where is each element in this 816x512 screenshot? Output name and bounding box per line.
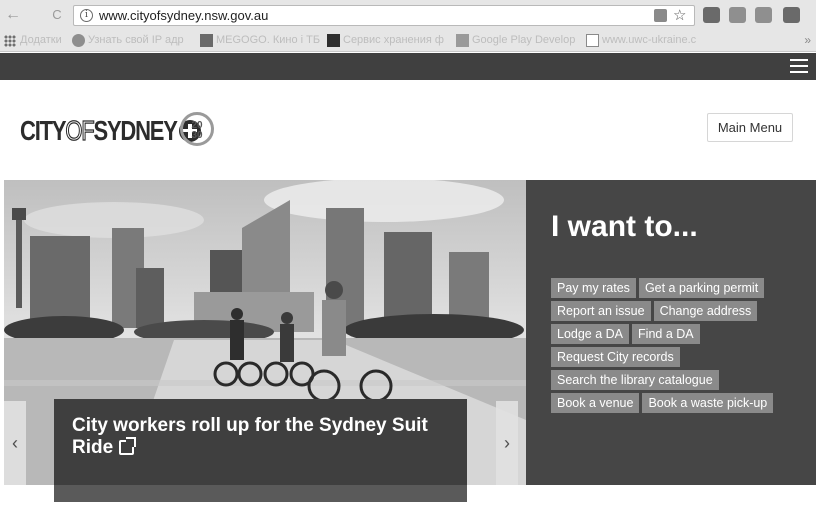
bookmark-item[interactable]: Google Play Develop: [472, 34, 580, 48]
browser-toolbar: ← C i www.cityofsydney.nsw.gov.au ☆: [0, 0, 816, 30]
main-menu-button[interactable]: Main Menu: [707, 113, 793, 142]
i-want-to-title: I want to...: [551, 210, 698, 243]
quick-link-row: Request City records: [551, 347, 806, 367]
bookmark-item[interactable]: Узнать свой IP адр: [88, 34, 193, 48]
globe-icon: [72, 34, 85, 47]
extension-icon[interactable]: [755, 7, 772, 23]
request-records-link[interactable]: Request City records: [551, 347, 680, 367]
change-address-link[interactable]: Change address: [653, 301, 758, 321]
file-service-icon: [327, 34, 340, 47]
hero-caption[interactable]: City workers roll up for the Sydney Suit…: [54, 399, 467, 485]
bookmark-item[interactable]: www.uwc-ukraine.c: [602, 34, 702, 48]
parking-permit-link[interactable]: Get a parking permit: [638, 278, 765, 298]
site-info-icon[interactable]: i: [80, 9, 93, 22]
book-venue-link[interactable]: Book a venue: [551, 393, 640, 413]
translate-icon[interactable]: [654, 9, 667, 22]
bookmark-item[interactable]: MEGOGO. Кино і ТБ: [216, 34, 320, 48]
cast-icon[interactable]: [783, 7, 800, 23]
sustainable-sydney-2030-badge[interactable]: 20 30: [180, 112, 214, 146]
bookmark-apps[interactable]: Додатки: [20, 34, 66, 48]
city-of-sydney-logo[interactable]: CITYOFSYDNEY: [20, 114, 201, 147]
page-icon: [586, 34, 599, 47]
hamburger-menu-icon[interactable]: [790, 59, 808, 73]
url-text[interactable]: www.cityofsydney.nsw.gov.au: [99, 8, 268, 23]
i-want-to-panel: I want to... Pay my rates Get a parking …: [526, 180, 816, 485]
lodge-da-link[interactable]: Lodge a DA: [551, 324, 630, 344]
waste-pickup-link[interactable]: Book a waste pick-up: [642, 393, 774, 413]
quick-links: Pay my rates Get a parking permit Report…: [551, 278, 806, 416]
report-issue-link[interactable]: Report an issue: [551, 301, 651, 321]
extension-icon[interactable]: [729, 7, 746, 23]
caption-strip: [54, 485, 467, 502]
back-button[interactable]: ←: [4, 6, 22, 24]
address-bar[interactable]: i www.cityofsydney.nsw.gov.au ☆: [73, 5, 695, 26]
hero-carousel[interactable]: ‹ › City workers roll up for the Sydney …: [4, 180, 526, 485]
find-da-link[interactable]: Find a DA: [632, 324, 700, 344]
apps-grid-icon[interactable]: [4, 35, 16, 47]
quick-link-row: Report an issue Change address: [551, 301, 806, 321]
quick-link-row: Book a venue Book a waste pick-up: [551, 393, 806, 413]
bookmark-star-icon[interactable]: ☆: [673, 6, 686, 24]
carousel-prev-button[interactable]: ‹: [4, 401, 26, 485]
pay-my-rates-link[interactable]: Pay my rates: [551, 278, 636, 298]
site-top-bar: [0, 53, 816, 80]
quick-link-row: Search the library catalogue: [551, 370, 806, 390]
megogo-icon: [200, 34, 213, 47]
reload-button[interactable]: C: [48, 6, 66, 24]
carousel-next-button[interactable]: ›: [496, 401, 518, 485]
bookmarks-bar: Додатки Узнать свой IP адр MEGOGO. Кино …: [0, 30, 816, 52]
extension-icon[interactable]: [703, 7, 720, 23]
quick-link-row: Lodge a DA Find a DA: [551, 324, 806, 344]
google-play-icon: [456, 34, 469, 47]
library-catalogue-link[interactable]: Search the library catalogue: [551, 370, 719, 390]
bookmark-item[interactable]: Сервис хранения ф: [343, 34, 448, 48]
external-link-icon: [119, 437, 137, 455]
quick-link-row: Pay my rates Get a parking permit: [551, 278, 806, 298]
bookmarks-overflow-icon[interactable]: »: [804, 33, 811, 47]
